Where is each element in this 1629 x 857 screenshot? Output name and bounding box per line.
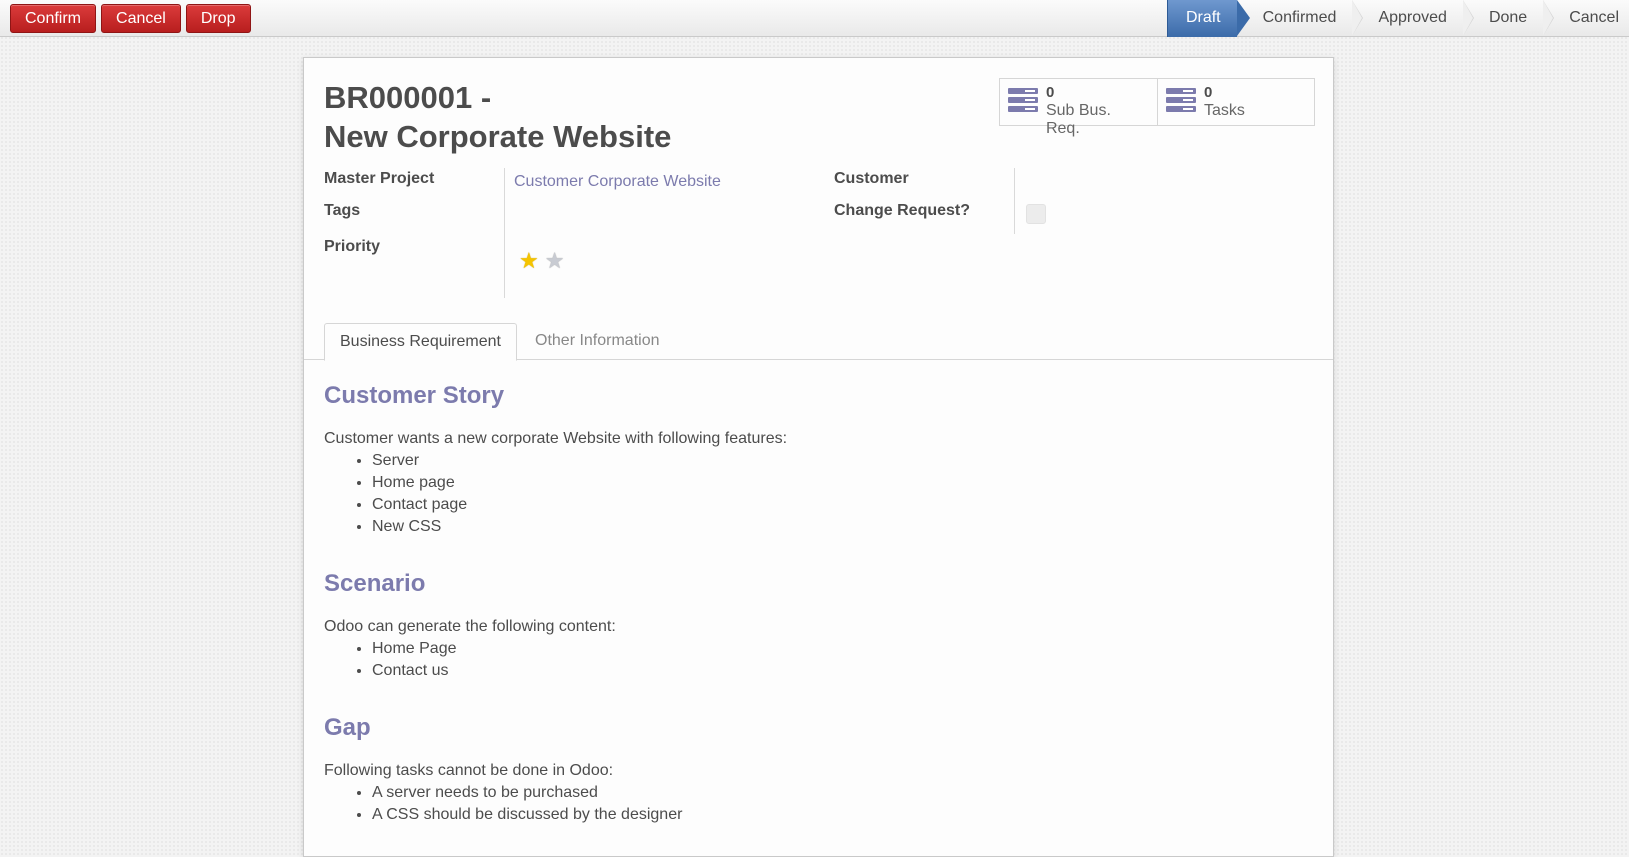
statusbar: Confirm Cancel Drop Draft Confirmed Appr…: [0, 0, 1629, 37]
gap-section: Gap Following tasks cannot be done in Od…: [324, 712, 1314, 826]
priority-widget: ★ ★: [519, 250, 564, 272]
list-item: New CSS: [372, 516, 1314, 538]
section-heading: Scenario: [324, 570, 426, 597]
record-name: New Corporate Website: [324, 119, 672, 154]
section-heading: Gap: [324, 714, 371, 741]
tab-other-information[interactable]: Other Information: [520, 323, 675, 361]
stage-cancel[interactable]: Cancel: [1543, 0, 1629, 37]
stage-approved[interactable]: Approved: [1352, 0, 1474, 37]
action-buttons: Confirm Cancel Drop: [10, 4, 251, 33]
field-separator: [504, 168, 505, 298]
sub-bus-req-label: Sub Bus. Req.: [1045, 102, 1111, 137]
tags-label: Tags: [324, 202, 361, 219]
section-intro: Customer wants a new corporate Website w…: [324, 430, 788, 447]
tasks-label: Tasks: [1204, 102, 1245, 119]
section-list: Home Page Contact us: [324, 638, 1314, 682]
sub-business-requirements-button[interactable]: 0 Sub Bus. Req.: [1000, 79, 1157, 137]
stage-confirmed[interactable]: Confirmed: [1237, 0, 1364, 37]
smart-buttons: 0 Sub Bus. Req. 0 Tasks: [999, 78, 1315, 137]
stage-done[interactable]: Done: [1463, 0, 1555, 37]
section-list: A server needs to be purchased A CSS sho…: [324, 782, 1314, 826]
record-title: BR000001 - New Corporate Website: [324, 78, 671, 156]
list-item: Home page: [372, 472, 1314, 494]
section-heading: Customer Story: [324, 382, 505, 409]
record-reference: BR000001 -: [324, 80, 492, 115]
sub-bus-req-count: 0: [1045, 84, 1055, 101]
customer-story-section: Customer Story Customer wants a new corp…: [324, 380, 1314, 538]
notebook-tabs: Business Requirement Other Information: [304, 323, 1333, 361]
tasks-button[interactable]: 0 Tasks: [1157, 79, 1314, 125]
change-request-checkbox[interactable]: [1026, 204, 1046, 224]
confirm-button[interactable]: Confirm: [10, 4, 97, 33]
list-item: A CSS should be discussed by the designe…: [372, 804, 1314, 826]
cancel-button[interactable]: Cancel: [101, 4, 181, 33]
list-item: Contact page: [372, 494, 1314, 516]
field-separator: [1014, 168, 1015, 234]
drop-button[interactable]: Drop: [185, 4, 251, 33]
list-item: A server needs to be purchased: [372, 782, 1314, 804]
customer-label: Customer: [834, 170, 909, 187]
master-project-label: Master Project: [324, 170, 435, 187]
section-intro: Odoo can generate the following content:: [324, 618, 616, 635]
section-list: Server Home page Contact page New CSS: [324, 450, 1314, 538]
scenario-section: Scenario Odoo can generate the following…: [324, 568, 1314, 682]
list-item: Home Page: [372, 638, 1314, 660]
business-requirement-content: Customer Story Customer wants a new corp…: [324, 380, 1314, 826]
form-sheet: 0 Sub Bus. Req. 0 Tasks BR000001 - New C…: [303, 57, 1334, 857]
list-icon: [1008, 88, 1038, 114]
master-project-link[interactable]: Customer Corporate Website: [514, 173, 721, 191]
list-item: Server: [372, 450, 1314, 472]
list-icon: [1166, 88, 1196, 114]
priority-star-filled-icon[interactable]: ★: [519, 250, 539, 272]
change-request-label: Change Request?: [834, 202, 971, 219]
stage-pipeline: Draft Confirmed Approved Done Cancel: [1166, 0, 1629, 37]
stage-draft[interactable]: Draft: [1166, 0, 1250, 37]
priority-label: Priority: [324, 238, 381, 255]
list-item: Contact us: [372, 660, 1314, 682]
section-intro: Following tasks cannot be done in Odoo:: [324, 762, 614, 779]
tab-business-requirement[interactable]: Business Requirement: [324, 323, 517, 361]
priority-star-empty-icon[interactable]: ★: [545, 250, 565, 272]
tasks-count: 0: [1204, 84, 1213, 101]
